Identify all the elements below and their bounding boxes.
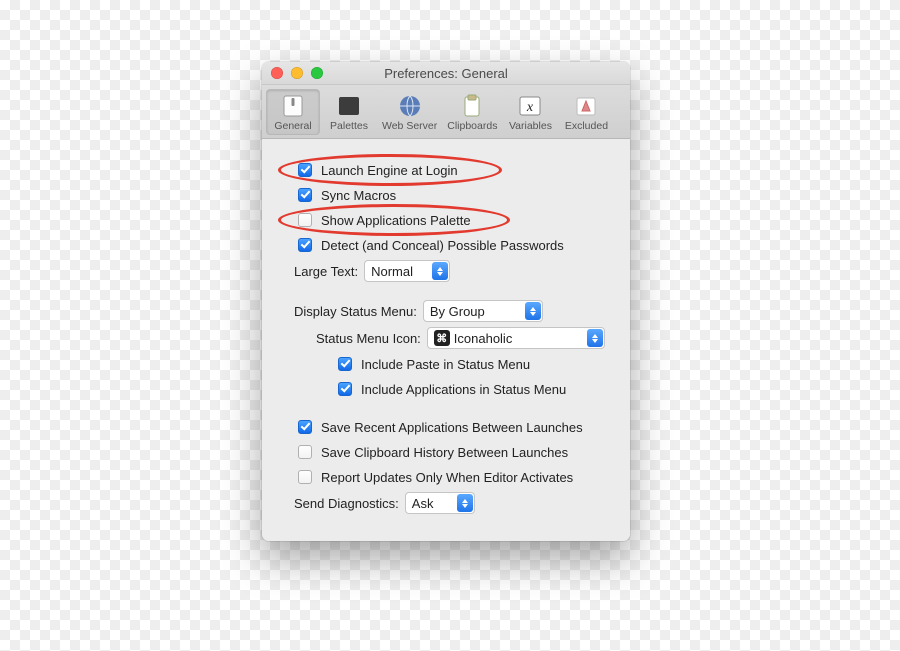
chevron-updown-icon [587, 329, 603, 347]
variables-icon: x [515, 92, 545, 120]
tab-label: Variables [509, 120, 552, 132]
large-text-row: Large Text: Normal [294, 260, 616, 282]
send-diagnostics-row: Send Diagnostics: Ask [294, 492, 616, 514]
tab-label: Excluded [565, 120, 608, 132]
send-diagnostics-select[interactable]: Ask [405, 492, 475, 514]
large-text-select[interactable]: Normal [364, 260, 450, 282]
send-diagnostics-label: Send Diagnostics: [294, 496, 399, 511]
tab-label: Palettes [330, 120, 368, 132]
display-status-menu-row: Display Status Menu: By Group [294, 300, 616, 322]
close-icon[interactable] [271, 67, 283, 79]
preferences-toolbar: General Palettes Web Server Clipboards x… [262, 85, 630, 139]
chevron-updown-icon [457, 494, 473, 512]
tab-web-server[interactable]: Web Server [378, 89, 441, 135]
zoom-icon[interactable] [311, 67, 323, 79]
preferences-window: Preferences: General General Palettes We… [262, 62, 630, 541]
switch-icon [278, 92, 308, 120]
large-text-label: Large Text: [294, 264, 358, 279]
palettes-icon [334, 92, 364, 120]
save-clipboard-checkbox[interactable] [298, 445, 312, 459]
include-apps-label: Include Applications in Status Menu [361, 382, 566, 397]
include-apps-row: Include Applications in Status Menu [334, 379, 616, 399]
launch-engine-row: Launch Engine at Login [294, 160, 616, 180]
traffic-lights [271, 67, 323, 79]
send-diagnostics-value: Ask [412, 496, 434, 511]
globe-icon [395, 92, 425, 120]
svg-text:x: x [526, 100, 534, 115]
tab-clipboards[interactable]: Clipboards [443, 89, 501, 135]
report-updates-label: Report Updates Only When Editor Activate… [321, 470, 573, 485]
tab-label: General [274, 120, 311, 132]
sync-macros-checkbox[interactable] [298, 188, 312, 202]
general-pane: Launch Engine at Login Sync Macros Show … [262, 139, 630, 541]
excluded-icon [571, 92, 601, 120]
show-apps-palette-row: Show Applications Palette [294, 210, 616, 230]
large-text-value: Normal [371, 264, 413, 279]
detect-passwords-label: Detect (and Conceal) Possible Passwords [321, 238, 564, 253]
chevron-updown-icon [432, 262, 448, 280]
status-menu-icon-select[interactable]: ⌘ Iconaholic [427, 327, 605, 349]
clipboard-icon [457, 92, 487, 120]
save-clipboard-label: Save Clipboard History Between Launches [321, 445, 568, 460]
chevron-updown-icon [525, 302, 541, 320]
tab-palettes[interactable]: Palettes [322, 89, 376, 135]
minimize-icon[interactable] [291, 67, 303, 79]
detect-passwords-row: Detect (and Conceal) Possible Passwords [294, 235, 616, 255]
report-updates-row: Report Updates Only When Editor Activate… [294, 467, 616, 487]
tab-label: Clipboards [447, 120, 497, 132]
launch-engine-label: Launch Engine at Login [321, 163, 458, 178]
sync-macros-row: Sync Macros [294, 185, 616, 205]
save-clipboard-row: Save Clipboard History Between Launches [294, 442, 616, 462]
show-apps-palette-label: Show Applications Palette [321, 213, 471, 228]
tab-excluded[interactable]: Excluded [559, 89, 613, 135]
tab-general[interactable]: General [266, 89, 320, 135]
tab-label: Web Server [382, 120, 437, 132]
include-apps-checkbox[interactable] [338, 382, 352, 396]
sync-macros-label: Sync Macros [321, 188, 396, 203]
display-status-menu-select[interactable]: By Group [423, 300, 543, 322]
show-apps-palette-checkbox[interactable] [298, 213, 312, 227]
status-menu-icon-row: Status Menu Icon: ⌘ Iconaholic [316, 327, 616, 349]
include-paste-checkbox[interactable] [338, 357, 352, 371]
tab-variables[interactable]: x Variables [503, 89, 557, 135]
save-recent-apps-checkbox[interactable] [298, 420, 312, 434]
include-paste-row: Include Paste in Status Menu [334, 354, 616, 374]
detect-passwords-checkbox[interactable] [298, 238, 312, 252]
display-status-menu-label: Display Status Menu: [294, 304, 417, 319]
save-recent-apps-label: Save Recent Applications Between Launche… [321, 420, 583, 435]
status-menu-icon-value: Iconaholic [454, 331, 513, 346]
status-menu-icon-label: Status Menu Icon: [316, 331, 421, 346]
include-paste-label: Include Paste in Status Menu [361, 357, 530, 372]
report-updates-checkbox[interactable] [298, 470, 312, 484]
command-icon: ⌘ [434, 330, 450, 346]
display-status-menu-value: By Group [430, 304, 485, 319]
save-recent-apps-row: Save Recent Applications Between Launche… [294, 417, 616, 437]
titlebar[interactable]: Preferences: General [262, 62, 630, 85]
window-title: Preferences: General [384, 66, 508, 81]
launch-engine-checkbox[interactable] [298, 163, 312, 177]
